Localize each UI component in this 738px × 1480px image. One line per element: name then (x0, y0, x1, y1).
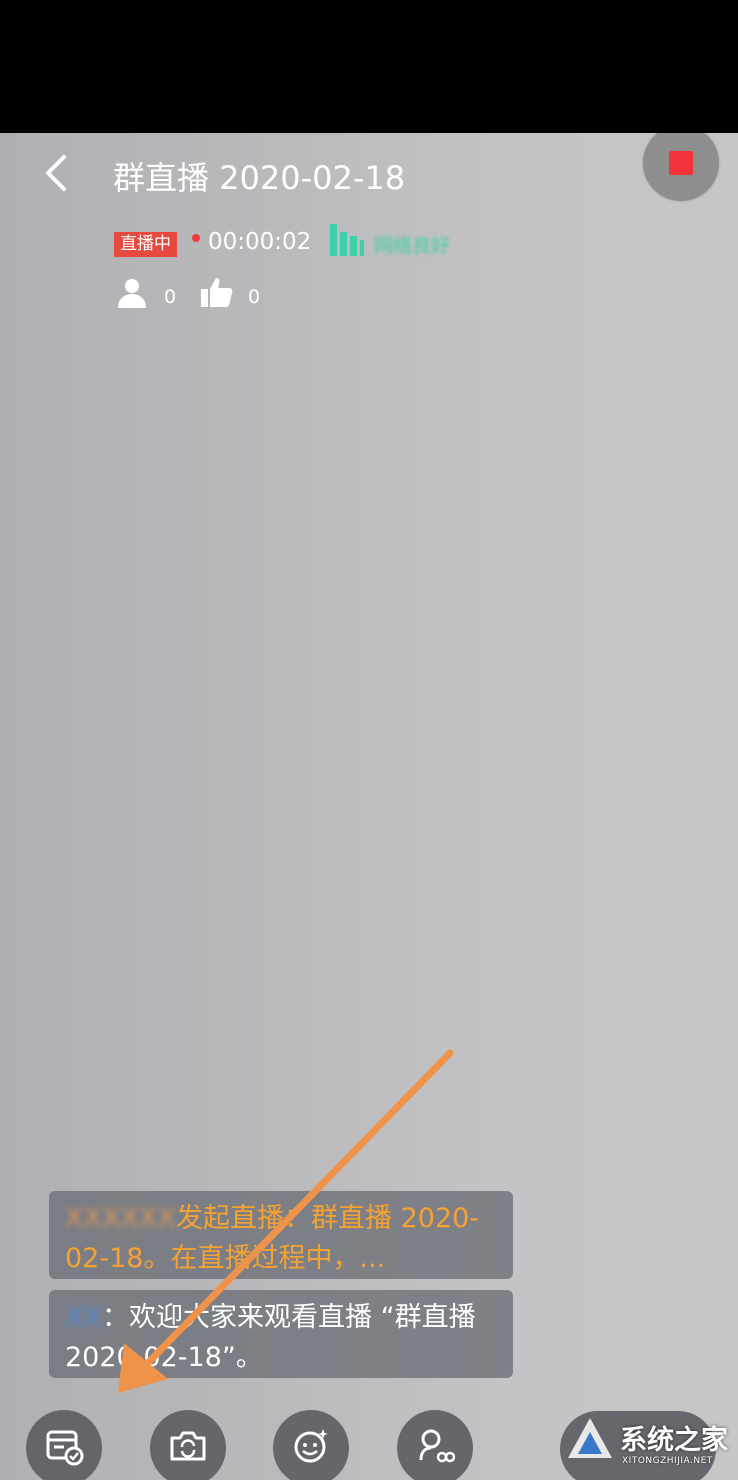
network-signal-icon (330, 224, 364, 256)
viewer-icon (118, 279, 146, 308)
co-host-button[interactable] (397, 1410, 473, 1480)
message-text: ：欢迎大家来观看直播 “群直播 2020-02-18”。 (65, 1302, 476, 1373)
chat-message-system: XXXXXX发起直播：群直播 2020-02-18。在直播过程中，... (49, 1191, 513, 1279)
stop-live-button[interactable] (643, 133, 719, 201)
beauty-face-icon (294, 1429, 328, 1463)
mic-link-icon (419, 1429, 455, 1463)
checklist-button[interactable] (26, 1410, 102, 1480)
back-icon[interactable] (36, 151, 80, 195)
stop-icon (669, 151, 693, 175)
live-timer: 00:00:02 (208, 229, 312, 255)
like-count: 0 (248, 286, 261, 308)
network-status-text: 网络良好 (374, 235, 451, 257)
checklist-icon (46, 1430, 84, 1466)
message-sender: XX (65, 1302, 102, 1333)
message-sender: XXXXXX (65, 1203, 176, 1234)
status-bar-area (0, 0, 738, 133)
camera-switch-icon (170, 1431, 206, 1461)
chat-message-welcome: XX：欢迎大家来观看直播 “群直播 2020-02-18”。 (49, 1290, 513, 1378)
recording-dot-icon (192, 234, 200, 242)
watermark-text: 系统之家 (620, 1425, 728, 1456)
switch-camera-button[interactable] (150, 1410, 226, 1480)
viewer-count: 0 (164, 286, 177, 308)
watermark-url: XITONGZHIJIA.NET (622, 1456, 713, 1466)
thumbs-up-icon (201, 278, 233, 307)
page-title: 群直播 2020-02-18 (113, 159, 406, 197)
live-video-stage: 群直播 2020-02-18 直播中 00:00:02 网络良好 0 0 XXX… (0, 133, 738, 1480)
watermark: 系统之家 XITONGZHIJIA.NET (560, 1404, 738, 1480)
live-status-badge: 直播中 (114, 232, 177, 257)
beauty-button[interactable] (273, 1410, 349, 1480)
watermark-logo-icon (568, 1418, 612, 1458)
